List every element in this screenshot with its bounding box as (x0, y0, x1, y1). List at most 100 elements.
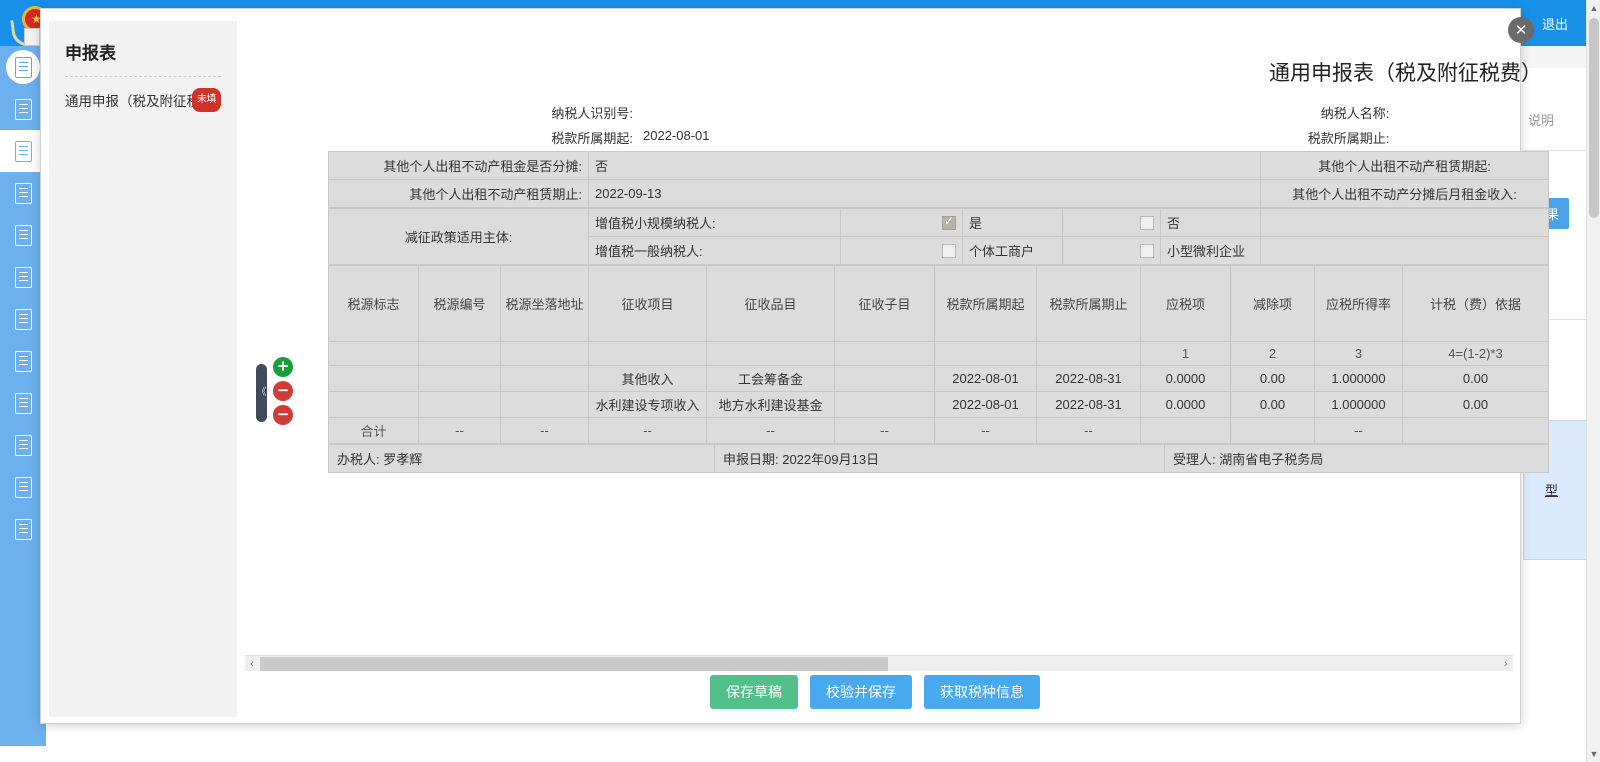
cell-period-start: 2022-08-01 (934, 365, 1037, 392)
declaration-form-modal: ✕ 申报表 通用申报（税及附征税费） 未填 《 + − − 通用申报表（税及附征… (40, 8, 1549, 724)
monthly-rent-label: 其他个人出租不动产分摊后月租金收入: (1260, 179, 1549, 208)
checkbox-icon[interactable] (1140, 216, 1154, 231)
add-row-button[interactable]: + (273, 357, 293, 377)
small-scale-yes-checkbox-cell[interactable] (840, 208, 963, 237)
modal-sidebar-title: 申报表 (65, 44, 116, 63)
idx-cell (1036, 341, 1141, 366)
idx-cell (328, 341, 419, 366)
action-button-bar: 保存草稿 校验并保存 获取税种信息 (237, 675, 1513, 709)
small-scale-yes-label: 是 (962, 208, 1063, 237)
page-title: 通用申报表（税及附征税费） (1269, 62, 1542, 85)
col-levy-project: 征收项目 (588, 265, 707, 342)
cell-taxable-item[interactable]: 0.0000 (1140, 365, 1231, 392)
col-tax-source-no: 税源编号 (418, 265, 501, 342)
lease-start-label: 其他个人出租不动产租赁期起: (1260, 151, 1549, 180)
cell-tax-source-flag[interactable] (328, 365, 419, 392)
page-vertical-scrollbar[interactable]: ▲ ▼ (1586, 0, 1600, 762)
declare-edit-icon (14, 182, 32, 204)
invoice-icon (14, 350, 32, 372)
background-link[interactable]: 型 (1545, 480, 1558, 499)
statement-icon (14, 308, 32, 330)
checkbox-checked-icon[interactable] (942, 214, 956, 231)
scroll-up-icon[interactable]: ▲ (1587, 0, 1600, 16)
rent-apportion-value[interactable]: 否 (588, 151, 1261, 180)
col-tax-basis: 计税（费）依据 (1402, 265, 1549, 342)
remove-row-button[interactable]: − (273, 381, 293, 401)
policy-empty-cell (1260, 236, 1549, 265)
col-period-start: 税款所属期起 (934, 265, 1037, 342)
idx-cell (834, 341, 935, 366)
form-horizontal-scrollbar[interactable]: ‹ › (245, 655, 1513, 671)
table-row: 水利建设专项收入 地方水利建设基金 2022-08-01 2022-08-31 … (328, 391, 1549, 418)
meta-row: 税款所属期起: 2022-08-01 税款所属期止: (328, 126, 1548, 151)
taxpayer-name-value (1389, 101, 1548, 124)
cell-deduction-item[interactable]: 0.00 (1230, 391, 1315, 418)
checkbox-icon[interactable] (1140, 244, 1154, 259)
cell-levy-subitem[interactable] (834, 391, 935, 418)
cell-tax-basis: 0.00 (1402, 391, 1549, 418)
checkbox-icon[interactable] (942, 244, 956, 259)
total-cell (1230, 417, 1315, 444)
total-cell: -- (1314, 417, 1403, 444)
individual-business-checkbox-cell[interactable] (840, 236, 963, 265)
cell-levy-item[interactable]: 工会筹备金 (706, 365, 835, 392)
scroll-left-icon[interactable]: ‹ (245, 656, 259, 672)
page-scroll-thumb[interactable] (1589, 18, 1599, 218)
total-cell (1402, 417, 1549, 444)
table-row: 减征政策适用主体: 增值税小规模纳税人: 是 否 (328, 208, 1549, 265)
cell-tax-source-no[interactable] (418, 391, 501, 418)
declare-date-field: 申报日期: 2022年09月13日 (714, 444, 1165, 473)
idx-cell (500, 341, 589, 366)
collapse-panel-handle[interactable]: 《 (256, 364, 267, 422)
close-icon[interactable]: ✕ (1508, 17, 1534, 43)
handler-field: 办税人: 罗孝辉 (328, 444, 715, 473)
cell-tax-source-no[interactable] (418, 365, 501, 392)
cell-period-end: 2022-08-31 (1036, 365, 1141, 392)
policy-subject-label: 减征政策适用主体: (328, 208, 589, 265)
small-scale-taxpayer-label: 增值税小规模纳税人: (588, 208, 841, 237)
form-header-table: 其他个人出租不动产租金是否分摊: 否 其他个人出租不动产租赁期起: 其他个人出租… (328, 151, 1549, 208)
lease-end-value[interactable]: 2022-09-13 (588, 179, 1261, 208)
fetch-tax-type-button[interactable]: 获取税种信息 (924, 675, 1040, 709)
remove-row-button[interactable]: − (273, 405, 293, 425)
save-draft-button[interactable]: 保存草稿 (710, 675, 798, 709)
small-profit-checkbox-cell[interactable] (1062, 236, 1161, 265)
cell-levy-item[interactable]: 地方水利建设基金 (706, 391, 835, 418)
declare-alt-icon (14, 224, 32, 246)
idx-cell: 3 (1314, 341, 1403, 366)
taxpayer-id-label: 纳税人识别号: (551, 106, 633, 121)
cell-tax-source-address[interactable] (500, 391, 589, 418)
cell-deduction-item[interactable]: 0.00 (1230, 365, 1315, 392)
idx-cell (588, 341, 707, 366)
tax-items-table: 税源标志 税源编号 税源坐落地址 征收项目 征收品目 征收子目 税款所属期起 税… (328, 265, 1549, 444)
sidebar-form-entry[interactable]: 通用申报（税及附征税费） 未填 (65, 88, 227, 113)
total-cell: -- (1036, 417, 1141, 444)
cell-taxable-item[interactable]: 0.0000 (1140, 391, 1231, 418)
cell-levy-project[interactable]: 水利建设专项收入 (588, 391, 707, 418)
declaration-sheet: 通用申报表（税及附征税费） 纳税人识别号: 纳税人名称: 税款所属期起: 202… (328, 21, 1549, 473)
modal-content: 《 + − − 通用申报表（税及附征税费） 纳税人识别号: 纳税人名称: 税款所… (237, 9, 1549, 723)
cell-tax-source-flag[interactable] (328, 391, 419, 418)
total-cell: -- (588, 417, 707, 444)
small-scale-no-checkbox-cell[interactable] (1062, 208, 1161, 237)
total-cell: -- (500, 417, 589, 444)
cell-levy-subitem[interactable] (834, 365, 935, 392)
cell-taxable-income-rate: 1.000000 (1314, 391, 1403, 418)
building-icon (14, 98, 32, 120)
scroll-down-icon[interactable]: ▼ (1587, 746, 1600, 762)
scroll-right-icon[interactable]: › (1499, 656, 1513, 672)
col-levy-item: 征收品目 (706, 265, 835, 342)
cell-tax-source-address[interactable] (500, 365, 589, 392)
period-end-value (1389, 126, 1548, 149)
policy-table: 减征政策适用主体: 增值税小规模纳税人: 是 否 增值税一般纳税人: (328, 208, 1549, 265)
period-start-value: 2022-08-01 (643, 128, 710, 143)
col-tax-source-address: 税源坐落地址 (500, 265, 589, 342)
cell-levy-project[interactable]: 其他收入 (588, 365, 707, 392)
cell-tax-basis: 0.00 (1402, 365, 1549, 392)
rent-apportion-label: 其他个人出租不动产租金是否分摊: (328, 151, 589, 180)
general-taxpayer-label: 增值税一般纳税人: (588, 236, 841, 265)
idx-cell (418, 341, 501, 366)
horizontal-scroll-thumb[interactable] (260, 657, 888, 671)
status-badge: 未填 (192, 88, 221, 112)
validate-and-save-button[interactable]: 校验并保存 (810, 675, 912, 709)
